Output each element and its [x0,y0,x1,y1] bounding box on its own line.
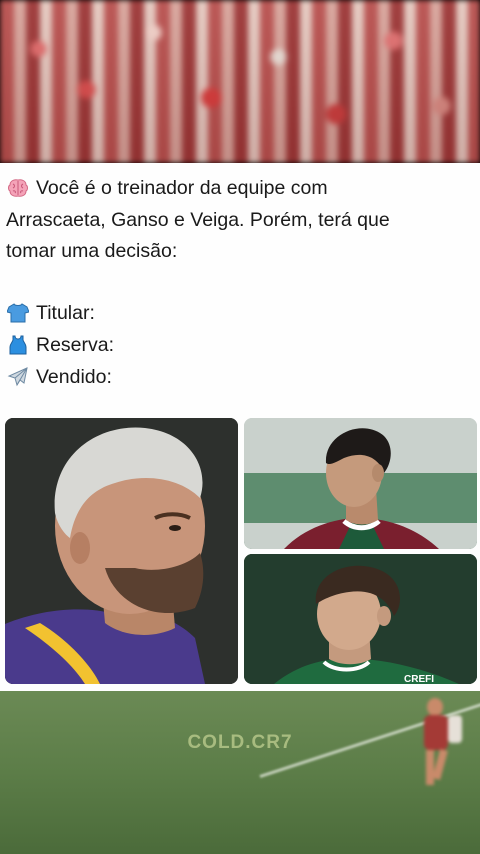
background-pitch-image [0,691,480,854]
post-line-3: tomar uma decisão: [6,240,178,262]
tank-top-icon [6,331,30,362]
player-photo-top-right [244,418,477,549]
option-titular: Titular: [6,298,474,330]
option-vendido: Vendido: [6,362,474,394]
t-shirt-icon [6,299,30,330]
brain-icon [6,174,30,205]
airplane-icon [6,363,30,394]
background-crowd-image [0,0,480,163]
post-card: Você é o treinador da equipe com Arrasca… [0,163,480,691]
option-reserva-label: Reserva: [36,334,115,356]
option-vendido-label: Vendido: [36,366,112,388]
player-photo-bottom-right: CREFI [244,554,477,684]
watermark: COLD.CR7 [187,732,293,753]
post-line-1-text: Você é o treinador da equipe com [36,177,328,199]
option-titular-label: Titular: [36,302,95,324]
post-line-1: Você é o treinador da equipe com [6,173,474,205]
post-text: Você é o treinador da equipe com Arrasca… [6,173,474,394]
option-reserva: Reserva: [6,330,474,362]
kit-sponsor-text: CREFI [404,674,434,684]
player-photo-left [5,418,238,684]
post-line-2: Arrascaeta, Ganso e Veiga. Porém, terá q… [6,209,390,231]
photo-grid: CREFI [5,418,477,686]
